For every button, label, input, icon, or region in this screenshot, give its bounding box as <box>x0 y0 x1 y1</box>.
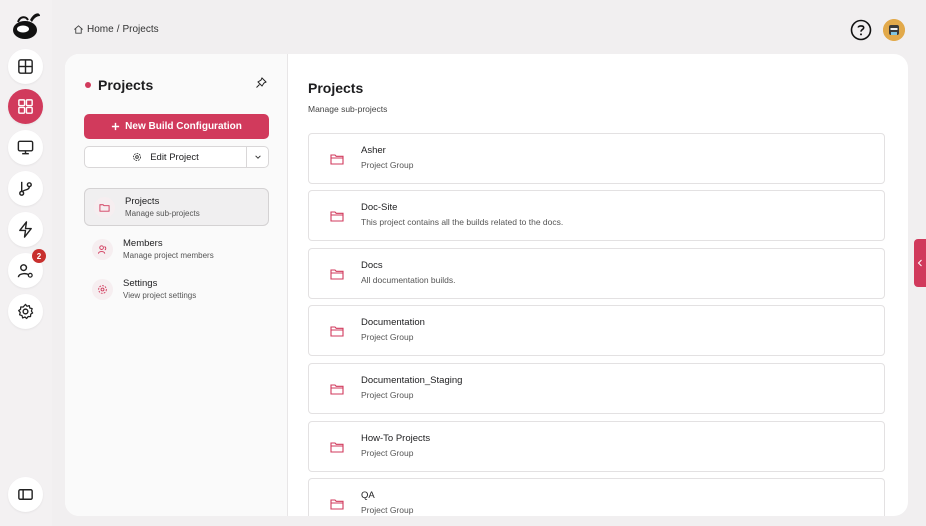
project-row[interactable]: QA Project Group <box>308 478 885 516</box>
monitor-icon <box>17 140 34 155</box>
nav-item-settings[interactable]: Settings View project settings <box>83 270 268 308</box>
nav-icon <box>92 238 113 260</box>
chevron-down-icon <box>254 155 261 159</box>
gear-icon <box>133 153 142 161</box>
rail-layout-button[interactable] <box>8 49 43 84</box>
page-subtitle: Manage sub-projects <box>308 104 388 114</box>
project-description: This project contains all the builds rel… <box>361 217 564 227</box>
breadcrumb-current: Projects <box>122 24 159 35</box>
notification-badge: 2 <box>32 249 46 263</box>
project-row[interactable]: Doc-Site This project contains all the b… <box>308 190 885 241</box>
folder-icon <box>330 269 344 280</box>
project-row[interactable]: How-To Projects Project Group <box>308 421 885 472</box>
folder-icon <box>330 211 344 222</box>
project-sidebar: Projects New Build Configuration Edit Pr… <box>65 54 288 516</box>
nav-item-subtitle: Manage sub-projects <box>125 209 200 218</box>
breadcrumb: Home / Projects <box>73 24 159 35</box>
folder-icon <box>330 499 344 510</box>
project-row[interactable]: Documentation Project Group <box>308 305 885 356</box>
nav-item-label: Members <box>123 238 163 249</box>
avatar-icon <box>883 19 905 41</box>
project-row[interactable]: Docs All documentation builds. <box>308 248 885 299</box>
app-logo-icon[interactable] <box>10 8 42 42</box>
projects-grid-icon <box>18 99 33 114</box>
rail-projects-button[interactable] <box>8 89 43 124</box>
project-name: QA <box>361 490 375 501</box>
rail-monitor-button[interactable] <box>8 130 43 165</box>
folder-icon <box>99 203 110 212</box>
project-description: Project Group <box>361 160 414 170</box>
rail-git-button[interactable] <box>8 171 43 206</box>
project-name: Documentation <box>361 317 425 328</box>
sidebar-title-text: Projects <box>98 77 154 93</box>
help-button[interactable] <box>850 19 872 41</box>
layout-icon <box>18 59 33 74</box>
edit-project-split-button: Edit Project <box>84 146 269 168</box>
nav-item-projects[interactable]: Projects Manage sub-projects <box>84 188 269 226</box>
chevron-left-icon <box>917 259 922 267</box>
breadcrumb-separator: / <box>116 24 120 35</box>
nav-item-label: Settings <box>123 278 158 289</box>
left-rail: 2 <box>0 0 52 526</box>
side-panel-toggle[interactable] <box>914 239 926 287</box>
rail-users-button[interactable]: 2 <box>8 249 46 288</box>
new-build-configuration-button[interactable]: New Build Configuration <box>84 114 269 139</box>
project-name: Docs <box>361 260 383 271</box>
folder-icon <box>330 154 344 165</box>
nav-item-members[interactable]: Members Manage project members <box>83 230 268 268</box>
git-branch-icon <box>19 181 32 196</box>
members-icon <box>97 244 107 254</box>
nav-item-subtitle: Manage project members <box>123 251 214 260</box>
project-row[interactable]: Documentation_Staging Project Group <box>308 363 885 414</box>
project-name: Asher <box>361 145 386 156</box>
sidebar-toggle-icon <box>18 489 33 500</box>
pin-icon <box>256 77 267 88</box>
nav-icon <box>94 196 115 218</box>
project-description: Project Group <box>361 505 414 515</box>
rail-sidebar-toggle-button[interactable] <box>8 477 43 512</box>
nav-item-subtitle: View project settings <box>123 291 197 300</box>
help-icon <box>850 19 872 41</box>
home-icon <box>74 25 83 34</box>
sidebar-title: Projects <box>85 77 153 93</box>
new-build-label: New Build Configuration <box>125 121 242 132</box>
breadcrumb-home-link[interactable]: Home <box>87 24 114 35</box>
folder-icon <box>330 384 344 395</box>
folder-icon <box>330 326 344 337</box>
user-avatar[interactable] <box>883 19 905 41</box>
nav-icon <box>92 278 113 300</box>
plus-icon <box>112 122 120 131</box>
project-name: Doc-Site <box>361 202 398 213</box>
nav-item-label: Projects <box>125 196 160 207</box>
project-description: Project Group <box>361 390 414 400</box>
page-title: Projects <box>308 80 364 96</box>
edit-project-dropdown-button[interactable] <box>246 147 268 167</box>
main-card: Projects New Build Configuration Edit Pr… <box>65 54 908 516</box>
project-name: How-To Projects <box>361 433 431 444</box>
edit-project-button[interactable]: Edit Project <box>85 147 246 167</box>
project-name: Documentation_Staging <box>361 375 463 386</box>
user-settings-icon <box>17 264 33 278</box>
folder-icon <box>330 442 344 453</box>
status-dot <box>85 82 91 88</box>
project-row[interactable]: Asher Project Group <box>308 133 885 184</box>
project-description: All documentation builds. <box>361 275 456 285</box>
edit-project-label: Edit Project <box>150 151 199 163</box>
gear-icon <box>98 284 107 294</box>
pin-button[interactable] <box>255 76 267 88</box>
project-description: Project Group <box>361 332 414 342</box>
rail-settings-button[interactable] <box>8 294 43 329</box>
project-description: Project Group <box>361 448 414 458</box>
gear-icon <box>18 303 34 320</box>
lightning-icon <box>19 221 32 238</box>
rail-lightning-button[interactable] <box>8 212 43 247</box>
